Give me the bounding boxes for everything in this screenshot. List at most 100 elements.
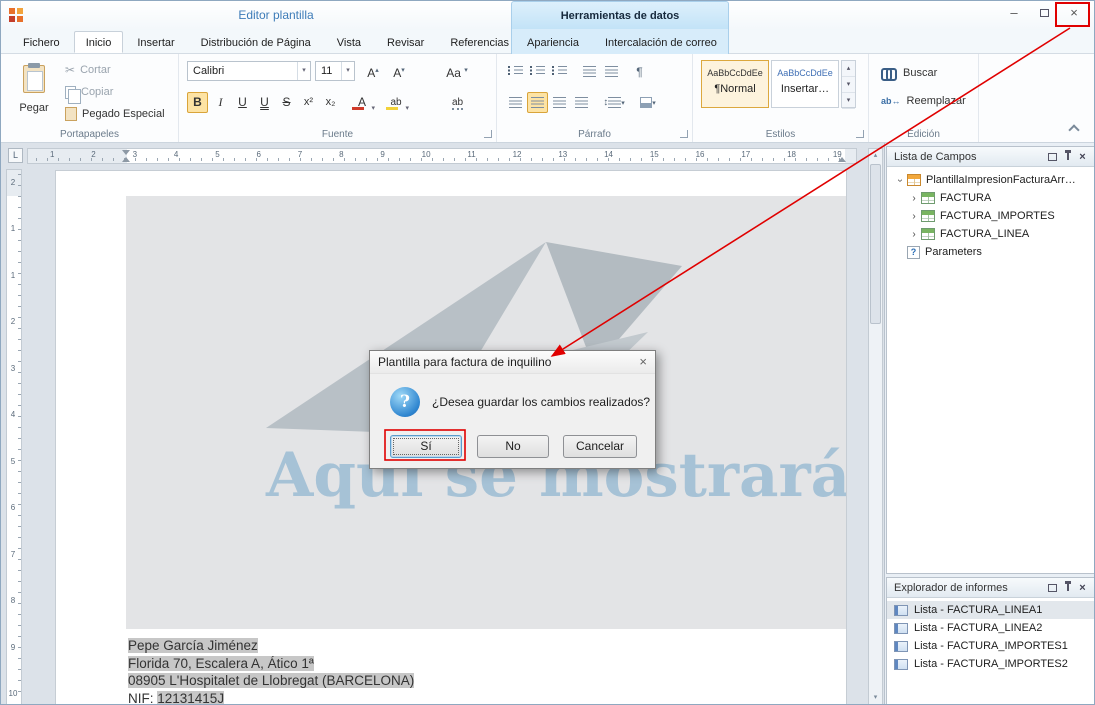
tab-inicio[interactable]: Inicio xyxy=(74,31,124,53)
bold-button[interactable]: B xyxy=(187,92,208,113)
report-list-item[interactable]: Lista - FACTURA_LINEA2 xyxy=(887,619,1094,637)
subscript-button[interactable]: x₂ xyxy=(320,92,341,113)
close-panel-button[interactable]: × xyxy=(1075,149,1090,164)
superscript-button[interactable]: x² xyxy=(298,92,319,113)
chevron-down-icon[interactable]: ▾ xyxy=(297,62,310,80)
gallery-down-icon[interactable]: ▾ xyxy=(842,77,855,93)
pin-panel-button[interactable] xyxy=(1060,580,1075,595)
cut-button[interactable]: ✂ Cortar xyxy=(65,60,111,80)
increase-indent-button[interactable] xyxy=(601,61,622,82)
scrollbar-thumb[interactable] xyxy=(870,164,881,324)
tab-intercalacion[interactable]: Intercalación de correo xyxy=(593,31,729,53)
copy-button[interactable]: Copiar xyxy=(65,82,113,102)
chevron-down-icon[interactable]: ▾ xyxy=(341,62,354,80)
find-button[interactable]: Buscar xyxy=(881,64,937,82)
scroll-up-icon[interactable]: ▴ xyxy=(869,149,882,162)
group-font: Calibri ▾ 11 ▾ A▴ A▾ Aa ▾ B I U U S x² x… xyxy=(179,54,497,142)
tab-insertar[interactable]: Insertar xyxy=(125,31,186,53)
float-panel-button[interactable] xyxy=(1045,149,1060,164)
ruler-number: 16 xyxy=(696,150,705,159)
bullets-button[interactable] xyxy=(505,61,526,82)
vertical-ruler[interactable]: 2112345678910 xyxy=(6,169,22,705)
ruler-number: 7 xyxy=(11,550,15,559)
ruler-number: 1 xyxy=(50,150,54,159)
tab-vista[interactable]: Vista xyxy=(325,31,373,53)
highlight-color-button[interactable]: ab▾ xyxy=(381,92,411,113)
dialog-close-icon[interactable]: × xyxy=(639,354,647,369)
chevron-down-icon[interactable]: ▾ xyxy=(405,99,409,118)
report-list-item[interactable]: Lista - FACTURA_LINEA1 xyxy=(887,601,1094,619)
expand-icon[interactable]: › xyxy=(909,193,919,204)
paste-button[interactable]: Pegar xyxy=(11,59,57,131)
tab-fichero[interactable]: Fichero xyxy=(11,31,72,53)
tree-item[interactable]: › ? FACTURA xyxy=(887,189,1094,207)
tab-distribucion[interactable]: Distribución de Página xyxy=(189,31,323,53)
change-case-button[interactable]: Aa ▾ xyxy=(441,61,473,81)
yes-button[interactable]: Sí xyxy=(390,435,462,458)
dialog-title[interactable]: Plantilla para factura de inquilino xyxy=(370,351,655,374)
tree-item[interactable]: › ? FACTURA_LINEA xyxy=(887,225,1094,243)
no-button[interactable]: No xyxy=(477,435,549,458)
first-line-indent-marker[interactable] xyxy=(122,150,130,155)
tree-item[interactable]: › ? PlantillaImpresionFacturaArr… xyxy=(887,171,1094,189)
close-panel-button[interactable]: × xyxy=(1075,580,1090,595)
chevron-down-icon[interactable]: ▾ xyxy=(371,99,375,118)
style-normal[interactable]: AaBbCcDdEe ¶Normal xyxy=(701,60,769,108)
multilevel-list-button[interactable] xyxy=(549,61,570,82)
horizontal-ruler[interactable]: 12345678910111213141516171819 xyxy=(27,148,857,164)
cancel-button[interactable]: Cancelar xyxy=(563,435,637,458)
align-center-button[interactable] xyxy=(527,92,548,113)
hanging-indent-marker[interactable] xyxy=(122,157,130,162)
font-family-combo[interactable]: Calibri ▾ xyxy=(187,61,311,81)
report-list-item[interactable]: Lista - FACTURA_IMPORTES2 xyxy=(887,655,1094,673)
gallery-more-icon[interactable]: ▾ xyxy=(842,93,855,109)
report-list-item[interactable]: Lista - FACTURA_IMPORTES1 xyxy=(887,637,1094,655)
gallery-up-icon[interactable]: ▴ xyxy=(842,61,855,77)
dialog-launcher-icon[interactable] xyxy=(856,130,864,138)
strikethrough-button[interactable]: S xyxy=(276,92,297,113)
tab-apariencia[interactable]: Apariencia xyxy=(515,31,591,53)
double-underline-button[interactable]: U xyxy=(254,92,275,113)
dialog-launcher-icon[interactable] xyxy=(680,130,688,138)
down-arrow-icon: ▾ xyxy=(401,67,405,74)
float-panel-button[interactable] xyxy=(1045,580,1060,595)
table-icon xyxy=(921,192,935,204)
font-color-button[interactable]: A▾ xyxy=(347,92,377,113)
tab-stop-selector[interactable]: L xyxy=(8,148,23,163)
scroll-down-icon[interactable]: ▾ xyxy=(869,691,882,704)
address-block[interactable]: Pepe García Jiménez Florida 70, Escalera… xyxy=(128,637,414,705)
document-scrollbar[interactable]: ▴ ▾ xyxy=(868,148,883,705)
font-size-combo[interactable]: 11 ▾ xyxy=(315,61,355,81)
tab-revisar[interactable]: Revisar xyxy=(375,31,436,53)
expand-icon[interactable]: › xyxy=(909,229,919,240)
right-indent-marker[interactable] xyxy=(838,157,846,162)
paste-special-button[interactable]: Pegado Especial xyxy=(65,104,165,124)
tree-item[interactable]: › ? FACTURA_IMPORTES xyxy=(887,207,1094,225)
underline-button[interactable]: U xyxy=(232,92,253,113)
minimize-button[interactable]: – xyxy=(1004,5,1024,23)
align-right-button[interactable] xyxy=(549,92,570,113)
numbering-button[interactable] xyxy=(527,61,548,82)
tab-referencias[interactable]: Referencias xyxy=(438,31,521,53)
line-spacing-button[interactable]: ↕▾ xyxy=(599,92,629,113)
grow-font-button[interactable]: A▴ xyxy=(363,61,383,81)
decrease-indent-button[interactable] xyxy=(579,61,600,82)
replace-button[interactable]: ab↔ Reemplazar xyxy=(881,92,966,110)
text-effects-button[interactable]: ab xyxy=(447,92,468,113)
dialog-launcher-icon[interactable] xyxy=(484,130,492,138)
show-marks-button[interactable]: ¶ xyxy=(629,61,650,82)
align-left-button[interactable] xyxy=(505,92,526,113)
pin-panel-button[interactable] xyxy=(1060,149,1075,164)
shrink-font-button[interactable]: A▾ xyxy=(389,61,409,81)
style-insert[interactable]: AaBbCcDdEe Insertar… xyxy=(771,60,839,108)
justify-button[interactable] xyxy=(571,92,592,113)
collapse-ribbon-icon[interactable] xyxy=(1068,124,1079,135)
tree-item[interactable]: › ? Parameters xyxy=(887,243,1094,261)
expand-icon[interactable]: › xyxy=(895,175,906,185)
restore-button[interactable] xyxy=(1034,5,1054,23)
italic-button[interactable]: I xyxy=(210,92,231,113)
style-gallery-scroll[interactable]: ▴ ▾ ▾ xyxy=(841,60,856,108)
expand-icon[interactable]: › xyxy=(909,211,919,222)
shading-button[interactable]: ▾ xyxy=(633,92,663,113)
close-button[interactable]: × xyxy=(1064,5,1084,23)
